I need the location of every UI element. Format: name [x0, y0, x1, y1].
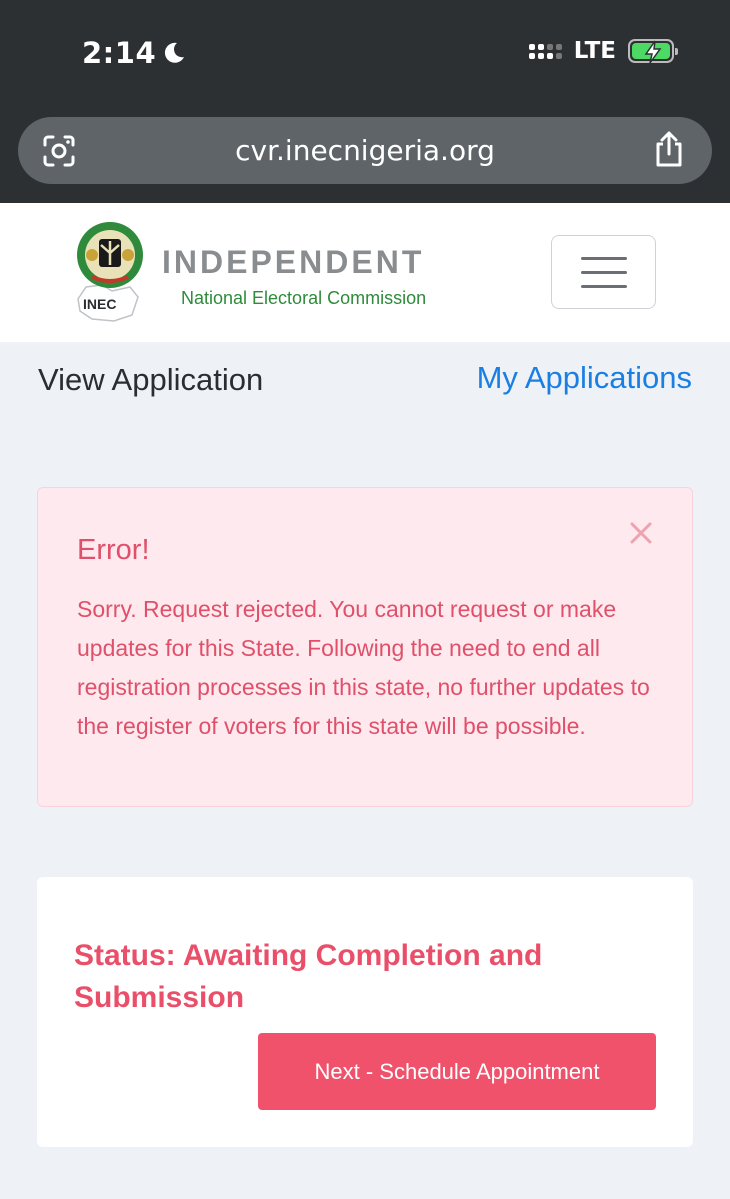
browser-chrome: 2:14 LTE cvr.inecnigeria.org — [0, 0, 730, 203]
hamburger-menu-button[interactable] — [551, 235, 656, 309]
hamburger-line — [580, 270, 627, 274]
schedule-appointment-button[interactable]: Next - Schedule Appointment — [258, 1033, 656, 1110]
status-time-text: 2:14 — [82, 36, 157, 70]
status-text: Status: Awaiting Completion and Submissi… — [74, 939, 543, 1014]
hamburger-menu-icon — [580, 256, 627, 260]
application-status-card: Status: Awaiting Completion and Submissi… — [37, 877, 693, 1147]
hamburger-line — [580, 284, 627, 288]
page-title: View Application — [38, 362, 264, 397]
brand-subtitle[interactable]: National Electoral Commission — [181, 288, 426, 309]
inec-logo-icon[interactable]: INEC — [72, 221, 150, 325]
my-applications-link[interactable]: My Applications — [477, 360, 692, 396]
close-icon[interactable] — [628, 520, 654, 546]
alert-message: Sorry. Request rejected. You cannot requ… — [77, 596, 650, 739]
signal-icon — [528, 43, 562, 59]
status-time: 2:14 — [82, 36, 186, 70]
url-text[interactable]: cvr.inecnigeria.org — [235, 134, 495, 167]
address-bar[interactable]: cvr.inecnigeria.org — [18, 117, 712, 184]
error-alert: Error! Sorry. Request rejected. You cann… — [37, 487, 693, 807]
network-label: LTE — [573, 38, 616, 64]
share-icon[interactable] — [652, 130, 686, 168]
alert-title: Error! — [77, 534, 150, 566]
camera-lens-icon[interactable] — [42, 134, 76, 168]
logo-text: INEC — [83, 296, 116, 312]
brand-title[interactable]: INDEPENDENT — [162, 244, 424, 281]
status-indicators: LTE — [528, 38, 678, 64]
battery-charging-icon — [628, 39, 678, 64]
moon-icon — [165, 42, 185, 63]
